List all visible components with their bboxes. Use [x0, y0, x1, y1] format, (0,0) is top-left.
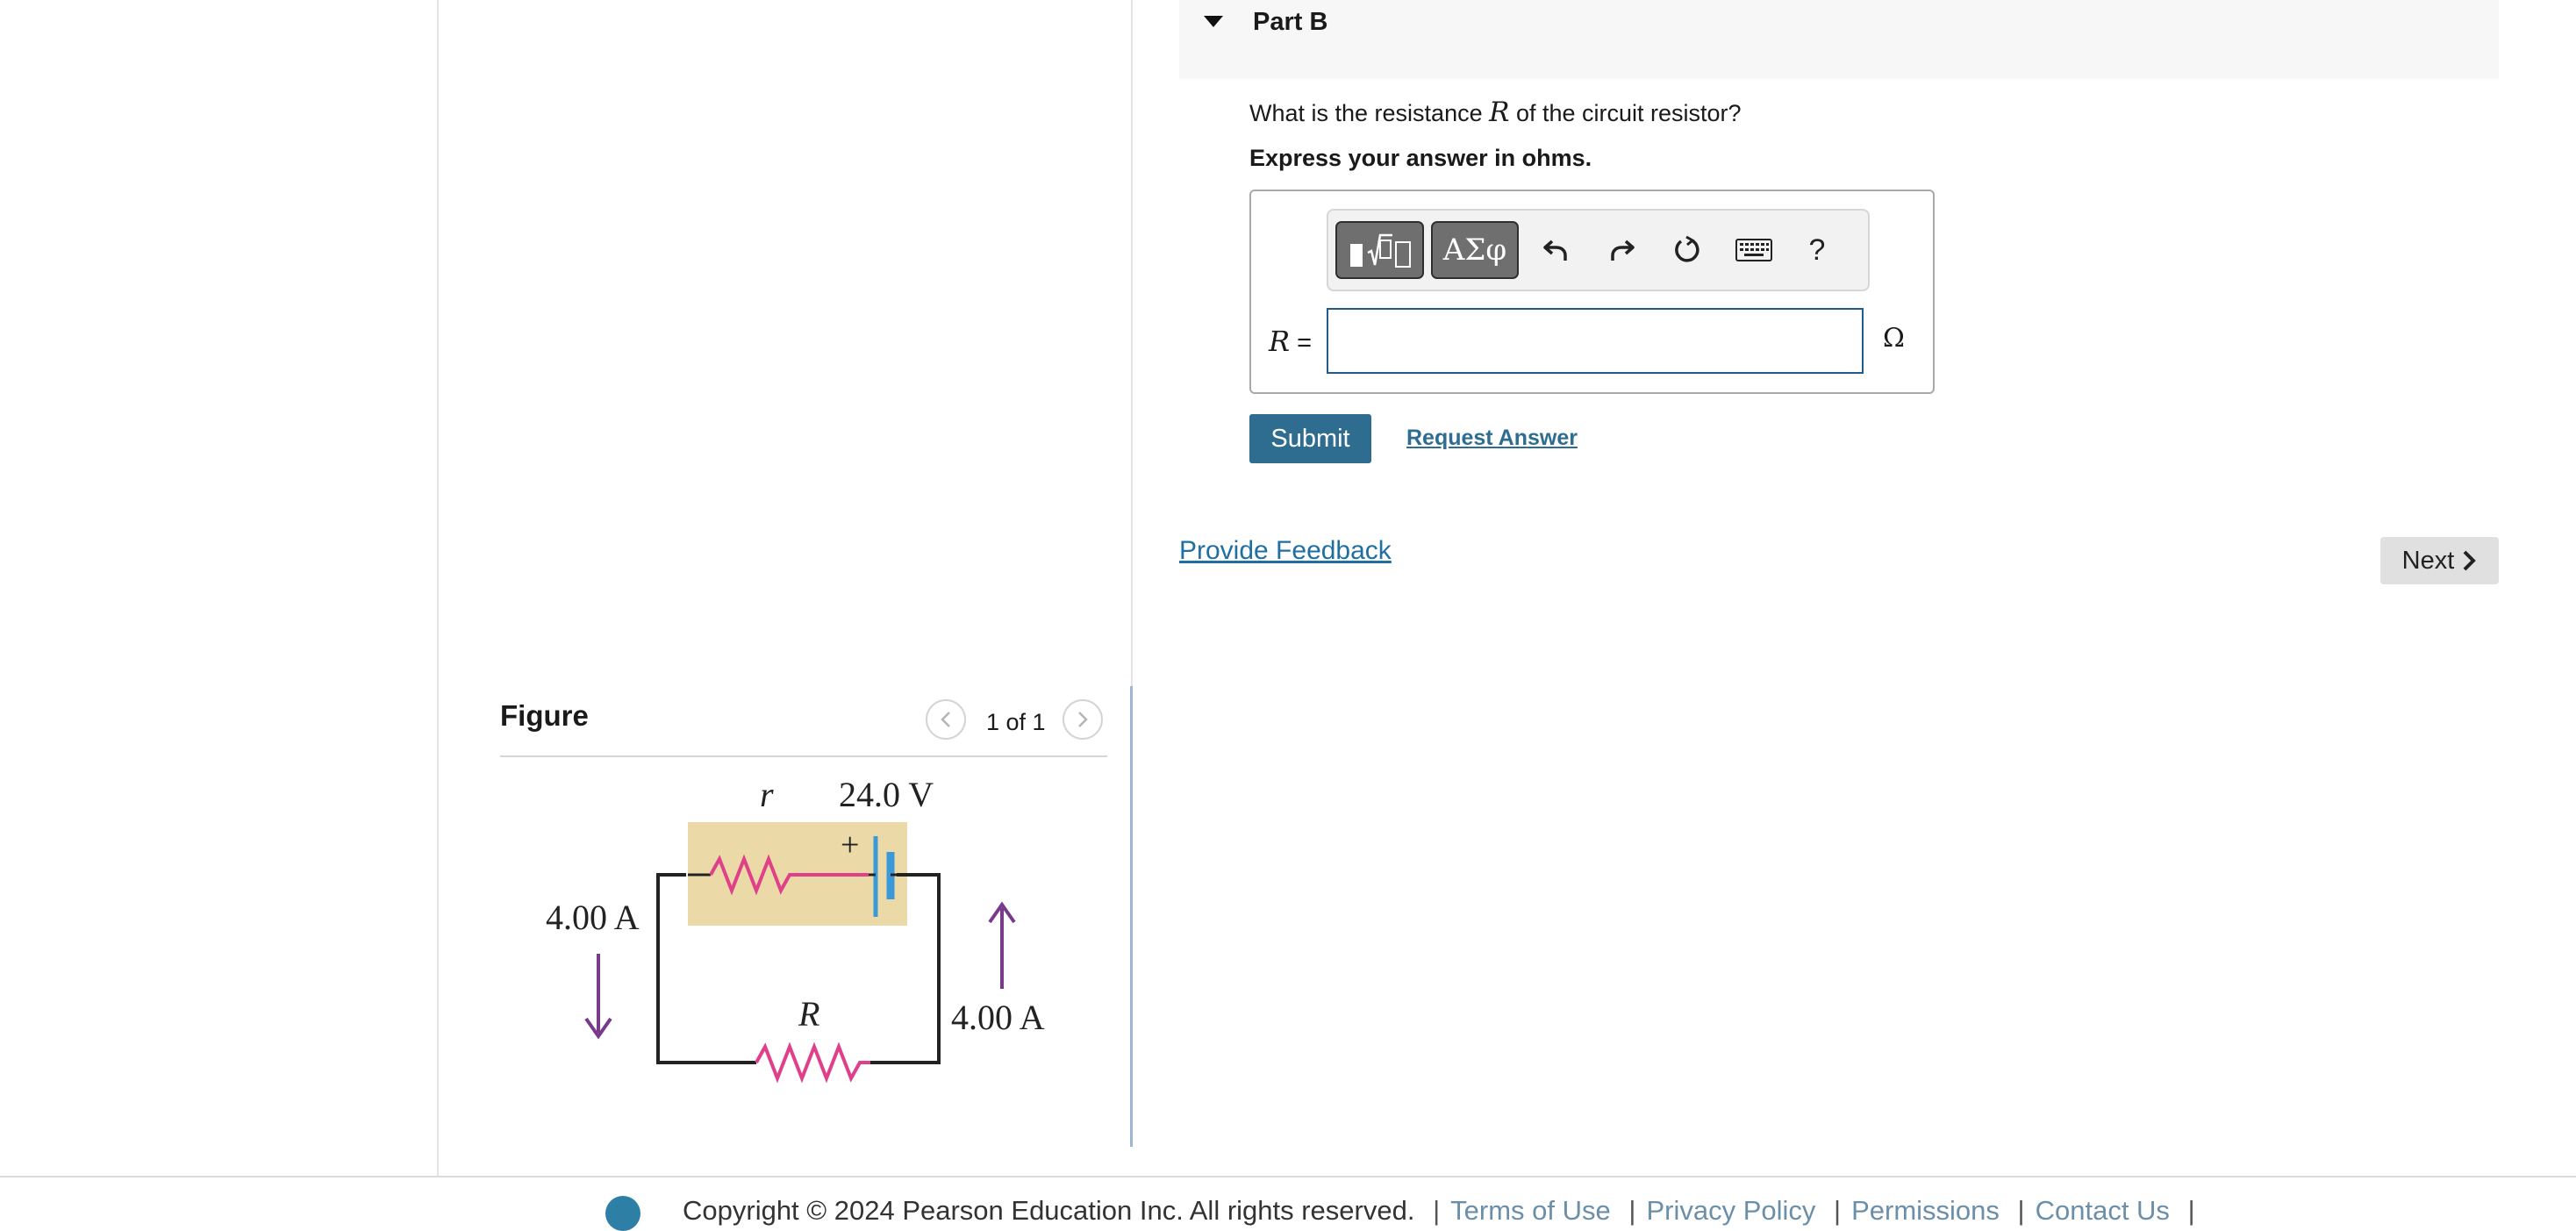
figure-prev-button[interactable]	[926, 699, 966, 740]
chevron-right-icon	[2463, 550, 2477, 571]
help-button[interactable]: ?	[1797, 230, 1837, 270]
circuit-diagram: r 24.0 V + 4.00 A 4.00 A R	[546, 775, 1045, 1084]
request-answer-link[interactable]: Request Answer	[1406, 426, 1578, 451]
label-current-left: 4.00 A	[546, 898, 640, 937]
pearson-logo[interactable]	[605, 1196, 640, 1231]
next-button[interactable]: Next	[2380, 537, 2499, 584]
chevron-left-icon	[941, 712, 950, 727]
copyright-text: Copyright © 2024 Pearson Education Inc. …	[683, 1195, 1415, 1226]
center-divider	[1131, 0, 1133, 686]
label-r: r	[760, 775, 774, 814]
provide-feedback-link[interactable]: Provide Feedback	[1179, 536, 1392, 566]
answer-label: R =	[1269, 325, 1313, 358]
center-divider-scroll[interactable]	[1130, 686, 1133, 1147]
question-text: What is the resistance R of the circuit …	[1249, 97, 1742, 128]
undo-icon[interactable]	[1535, 230, 1576, 270]
footer-divider	[0, 1176, 2576, 1177]
reset-icon[interactable]	[1667, 230, 1707, 270]
chevron-right-icon	[1078, 712, 1088, 727]
figure-next-button[interactable]	[1063, 699, 1103, 740]
label-plus: +	[841, 827, 859, 863]
answer-unit: Ω	[1883, 323, 1905, 354]
contact-link[interactable]: Contact Us	[2036, 1195, 2170, 1226]
label-emf: 24.0 V	[839, 775, 934, 814]
permissions-link[interactable]: Permissions	[1851, 1195, 2000, 1226]
question-variable: R	[1489, 97, 1510, 128]
part-title: Part B	[1253, 8, 1328, 36]
external-resistor	[755, 1041, 870, 1084]
templates-button[interactable]	[1335, 221, 1424, 279]
answer-instruction: Express your answer in ohms.	[1249, 145, 1592, 171]
label-current-right: 4.00 A	[951, 998, 1045, 1037]
next-label: Next	[2401, 546, 2455, 575]
figure-counter: 1 of 1	[986, 709, 1046, 735]
submit-button[interactable]: Submit	[1249, 414, 1371, 463]
collapse-caret-icon[interactable]	[1204, 16, 1223, 27]
redo-icon[interactable]	[1602, 230, 1642, 270]
left-column-divider	[437, 0, 439, 1176]
part-b-header[interactable]	[1179, 0, 2499, 79]
figure-title: Figure	[500, 699, 589, 732]
footer: Copyright © 2024 Pearson Education Inc. …	[683, 1195, 2195, 1226]
templates-icon	[1349, 233, 1411, 268]
answer-input[interactable]	[1327, 308, 1864, 374]
label-R: R	[798, 994, 819, 1034]
keyboard-icon[interactable]	[1731, 230, 1777, 270]
greek-symbols-button[interactable]: ΑΣφ	[1431, 221, 1519, 279]
terms-link[interactable]: Terms of Use	[1450, 1195, 1611, 1226]
privacy-link[interactable]: Privacy Policy	[1646, 1195, 1815, 1226]
figure-divider	[500, 755, 1107, 757]
